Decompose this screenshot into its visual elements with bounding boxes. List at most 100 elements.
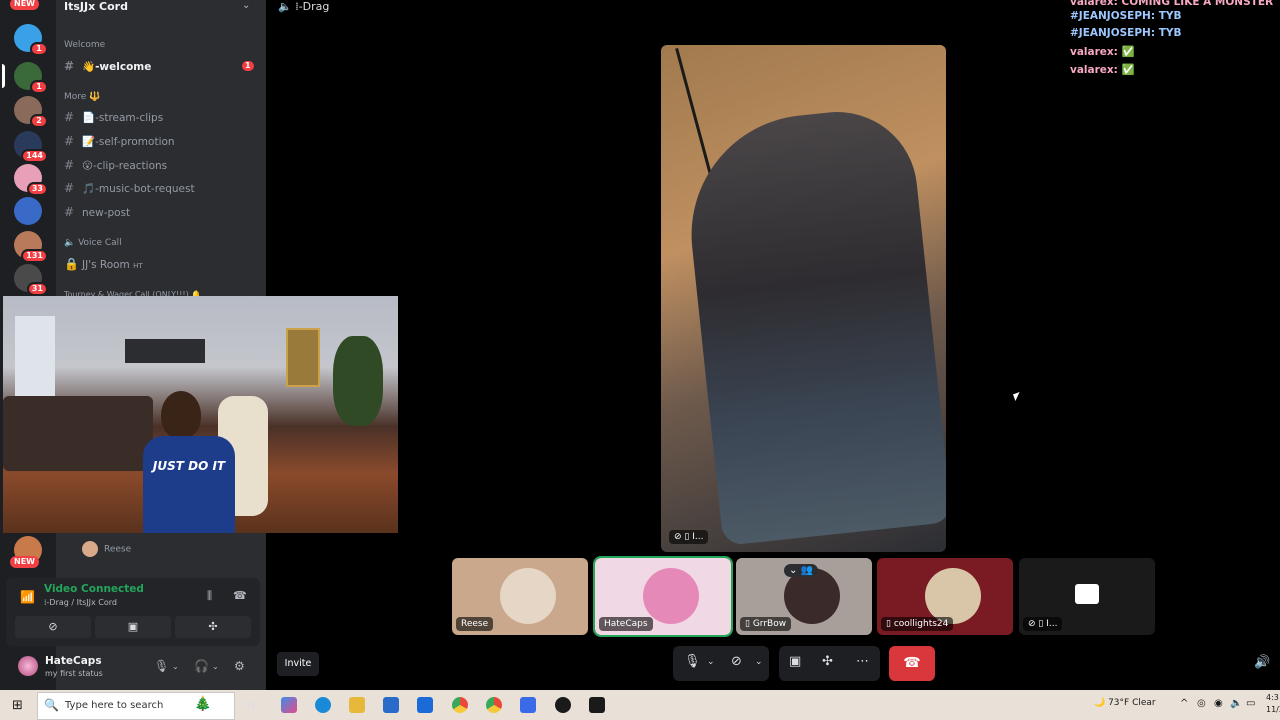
category-more[interactable]: More 🔱 bbox=[64, 92, 100, 102]
signal-icon[interactable]: 📶 bbox=[20, 590, 35, 604]
invite-button[interactable]: Invite bbox=[277, 652, 319, 676]
new-badge: NEW bbox=[10, 0, 39, 10]
chat-message: valarex: ✅ bbox=[1070, 64, 1135, 76]
camera-off-icon: ⊘ ▯ bbox=[674, 532, 693, 542]
server-name[interactable]: ItsJJx Cord bbox=[64, 0, 128, 13]
avatar bbox=[500, 568, 556, 624]
chevron-down-icon[interactable]: ⌄ bbox=[172, 662, 179, 671]
mobile-icon: ▯ bbox=[886, 619, 894, 629]
file-explorer-icon[interactable] bbox=[349, 697, 365, 713]
streamer: JUST DO IT bbox=[143, 391, 243, 533]
chevron-down-icon[interactable]: ⌄ bbox=[707, 657, 715, 667]
activities-button[interactable]: ✣ bbox=[175, 616, 251, 638]
channel-music-bot-request[interactable]: # 🎵-music-bot-request bbox=[64, 181, 195, 195]
taskbar-search[interactable]: 🔍 Type here to search 🎄 bbox=[37, 692, 235, 720]
server-icon[interactable]: 144 bbox=[14, 131, 48, 163]
search-placeholder: Type here to search bbox=[65, 700, 164, 711]
edge-icon[interactable] bbox=[315, 697, 331, 713]
hash-icon: # bbox=[64, 205, 75, 219]
screen-share-button[interactable]: ▣ bbox=[95, 616, 171, 638]
weather-widget[interactable]: 🌙 73°F Clear bbox=[1094, 698, 1156, 708]
channel-clip-reactions[interactable]: # 😮-clip-reactions bbox=[64, 158, 167, 172]
voice-status[interactable]: Video Connected bbox=[44, 583, 144, 595]
chevron-up-icon[interactable]: ^ bbox=[1180, 698, 1188, 709]
user-name[interactable]: HateCaps bbox=[45, 655, 102, 667]
server-icon[interactable]: 1 bbox=[14, 24, 48, 56]
microphone-icon[interactable]: 🎙 bbox=[154, 659, 169, 673]
participant-tile-grrbow[interactable]: ⌄ 👥 ▯ GrrBow bbox=[736, 558, 872, 635]
volume-icon[interactable]: 🔊 bbox=[1254, 655, 1270, 670]
voice-channel-jjs-room[interactable]: 🔒 JJ's Room HT bbox=[64, 257, 143, 271]
channel-stream-clips[interactable]: # 📄-stream-clips bbox=[64, 110, 163, 124]
chrome-icon[interactable] bbox=[452, 697, 468, 713]
voice-member-reese[interactable]: Reese bbox=[82, 541, 131, 557]
obs-icon[interactable] bbox=[555, 697, 571, 713]
noise-suppression-icon[interactable]: ⫼ bbox=[207, 589, 212, 603]
participant-tile-hatecaps[interactable]: HateCaps bbox=[593, 556, 733, 637]
more-icon[interactable]: ⋯ bbox=[856, 654, 869, 669]
server-icon[interactable]: 131 bbox=[14, 231, 48, 263]
end-call-button[interactable]: ☎ bbox=[889, 646, 935, 681]
tile-menu[interactable]: ⌄ 👥 bbox=[784, 564, 819, 577]
store-icon[interactable] bbox=[383, 697, 399, 713]
chevron-down-icon[interactable]: ⌄ bbox=[755, 657, 763, 667]
unread-badge: 1 bbox=[242, 61, 254, 71]
participant-name: Reese bbox=[456, 617, 494, 631]
participant-tile-reese[interactable]: Reese bbox=[452, 558, 588, 635]
call-title: 🔈 ⁞-Drag bbox=[278, 0, 330, 13]
avatar bbox=[643, 568, 699, 624]
network-icon[interactable]: ◉ bbox=[1214, 698, 1223, 709]
hash-icon: # bbox=[64, 134, 75, 148]
server-icon[interactable]: 33 bbox=[14, 164, 48, 196]
search-icon: 🔍 bbox=[44, 698, 59, 712]
channel-new-post[interactable]: # new-post bbox=[64, 205, 130, 219]
moon-icon: 🌙 bbox=[1094, 698, 1109, 708]
new-badge: NEW bbox=[10, 556, 39, 568]
copilot-icon[interactable] bbox=[281, 697, 297, 713]
category-welcome[interactable]: Welcome bbox=[64, 40, 105, 50]
screen-share-icon[interactable]: ▣ bbox=[789, 654, 801, 669]
server-icon[interactable] bbox=[14, 197, 42, 225]
server-icon[interactable]: 1 bbox=[14, 62, 48, 94]
video-subject bbox=[679, 104, 946, 546]
participant-name: HateCaps bbox=[599, 617, 653, 631]
user-status[interactable]: my first status bbox=[45, 669, 103, 678]
gear-icon[interactable]: ⚙ bbox=[234, 659, 245, 673]
chevron-down-icon[interactable]: ⌄ bbox=[242, 0, 250, 11]
headphones-icon[interactable]: 🎧 bbox=[194, 659, 209, 673]
remote-desktop-icon[interactable] bbox=[520, 697, 536, 713]
clock[interactable]: 4:311/2 bbox=[1266, 692, 1280, 716]
stream-preview[interactable]: JUST DO IT bbox=[3, 296, 398, 533]
camera-off-button[interactable]: ⊘ bbox=[15, 616, 91, 638]
server-icon[interactable]: 2 bbox=[14, 96, 48, 128]
avatar bbox=[82, 541, 98, 557]
disconnect-icon[interactable]: ☎ bbox=[233, 589, 247, 602]
server-icon[interactable]: 31 bbox=[14, 264, 48, 296]
channel-self-promotion[interactable]: # 📝-self-promotion bbox=[64, 134, 175, 148]
participant-name: ▯ coollights24 bbox=[881, 617, 954, 631]
avatar bbox=[925, 568, 981, 624]
task-view-icon[interactable]: ⧉ bbox=[246, 698, 262, 714]
microphone-icon[interactable]: 🎙 bbox=[684, 654, 701, 669]
app-icon[interactable] bbox=[589, 697, 605, 713]
hash-icon: # bbox=[64, 110, 75, 124]
participant-tile-camera[interactable]: ⊘ ▯ I... bbox=[1019, 558, 1155, 635]
chat-message: #JEANJOSEPH: TYB bbox=[1070, 10, 1182, 22]
avatar[interactable] bbox=[18, 656, 38, 676]
main-video[interactable]: ⊘ ▯ I... bbox=[661, 45, 946, 552]
chevron-down-icon[interactable]: ⌄ bbox=[212, 662, 219, 671]
participant-tile-coollights24[interactable]: ▯ coollights24 bbox=[877, 558, 1013, 635]
category-voice-call[interactable]: 🔈 Voice Call bbox=[64, 238, 122, 248]
lock-icon: 🔒 bbox=[64, 257, 79, 271]
display-icon[interactable]: ▭ bbox=[1246, 698, 1255, 709]
chrome-icon[interactable] bbox=[486, 697, 502, 713]
outlook-icon[interactable] bbox=[417, 697, 433, 713]
camera-off-icon[interactable]: ⊘ bbox=[731, 654, 742, 669]
voice-location[interactable]: ⁞-Drag / ItsJJx Cord bbox=[44, 598, 117, 607]
activities-icon[interactable]: ✣ bbox=[822, 654, 833, 669]
tray-icon[interactable]: ◎ bbox=[1197, 698, 1206, 709]
channel-welcome[interactable]: # 👋-welcome bbox=[64, 59, 151, 73]
wall-art bbox=[125, 339, 205, 363]
speaker-icon[interactable]: 🔈 bbox=[1230, 698, 1242, 709]
windows-start-icon[interactable]: ⊞ bbox=[12, 698, 23, 713]
